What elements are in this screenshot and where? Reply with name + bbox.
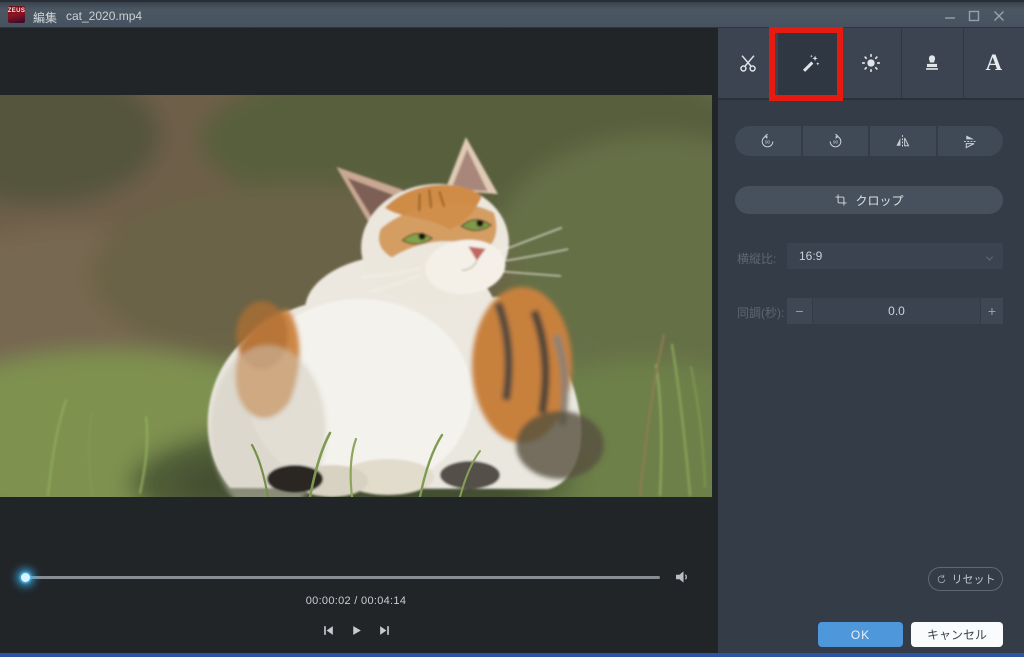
zeus-logo: ZEUS [8, 6, 25, 23]
previous-frame-icon [322, 624, 335, 637]
next-frame-button[interactable] [377, 623, 391, 637]
tab-watermark[interactable] [901, 28, 962, 98]
tab-text[interactable]: A [963, 28, 1024, 98]
flip-horizontal-button[interactable] [870, 126, 936, 156]
aspect-ratio-dropdown[interactable]: 16:9 [787, 243, 1003, 269]
scissors-icon [737, 52, 759, 74]
player-area: 00:00:02 / 00:04:14 [0, 28, 718, 653]
brightness-icon [860, 52, 882, 74]
volume-icon [673, 568, 691, 586]
time-display: 00:00:02 / 00:04:14 [0, 595, 712, 607]
crop-button[interactable]: クロップ [735, 186, 1003, 214]
tool-panel: A 90 90 [718, 28, 1024, 653]
stamp-icon [921, 52, 943, 74]
rotate-left-90-icon: 90 [759, 133, 776, 150]
close-button[interactable] [990, 8, 1008, 24]
sync-decrement-button[interactable]: − [787, 298, 812, 324]
sync-seconds-label: 同調(秒): [737, 304, 784, 321]
sync-value-field[interactable]: 0.0 [813, 298, 980, 324]
maximize-button[interactable] [965, 8, 983, 24]
cat-video-frame [0, 95, 712, 497]
window-bottom-border [0, 653, 1024, 657]
svg-text:90: 90 [765, 139, 771, 144]
volume-button[interactable] [673, 568, 693, 586]
rotate-flip-group: 90 90 [735, 126, 1003, 156]
previous-frame-button[interactable] [321, 623, 335, 637]
aspect-ratio-label: 横縦比: [737, 250, 776, 267]
svg-text:90: 90 [833, 139, 839, 144]
reset-button[interactable]: リセット [928, 567, 1003, 591]
tab-effects[interactable] [778, 28, 839, 98]
flip-vertical-button[interactable] [938, 126, 1004, 156]
minimize-icon [944, 10, 956, 22]
rotate-left-90-button[interactable]: 90 [735, 126, 801, 156]
flip-horizontal-icon [894, 133, 911, 150]
titlebar: ZEUS 編集 cat_2020.mp4 [0, 0, 1024, 28]
close-icon [993, 10, 1005, 22]
next-frame-icon [378, 624, 391, 637]
crop-button-label: クロップ [855, 192, 903, 209]
play-icon [350, 624, 363, 637]
tool-tabbar: A [718, 28, 1024, 100]
rotate-right-90-icon: 90 [827, 133, 844, 150]
transport-controls [0, 623, 712, 637]
edit-window: ZEUS 編集 cat_2020.mp4 [0, 0, 1024, 657]
play-button[interactable] [349, 623, 363, 637]
tab-trim[interactable] [718, 28, 778, 98]
window-filename: cat_2020.mp4 [66, 9, 142, 23]
refresh-icon [936, 574, 947, 585]
crop-icon [834, 193, 848, 207]
flip-vertical-icon [962, 133, 979, 150]
reset-button-label: リセット [952, 571, 996, 587]
ok-button[interactable]: OK [818, 622, 903, 647]
seek-bar[interactable] [22, 576, 660, 579]
chevron-down-icon [984, 251, 995, 269]
text-icon: A [986, 50, 1003, 76]
seek-handle[interactable] [21, 573, 30, 582]
sync-increment-button[interactable]: + [981, 298, 1003, 324]
maximize-icon [968, 10, 980, 22]
aspect-ratio-value: 16:9 [799, 249, 822, 263]
minimize-button[interactable] [941, 8, 959, 24]
magic-wand-icon [799, 52, 821, 74]
tab-adjust[interactable] [840, 28, 901, 98]
video-preview [0, 95, 712, 497]
rotate-right-90-button[interactable]: 90 [803, 126, 869, 156]
cancel-button[interactable]: キャンセル [911, 622, 1003, 647]
window-title: 編集 [33, 9, 57, 26]
